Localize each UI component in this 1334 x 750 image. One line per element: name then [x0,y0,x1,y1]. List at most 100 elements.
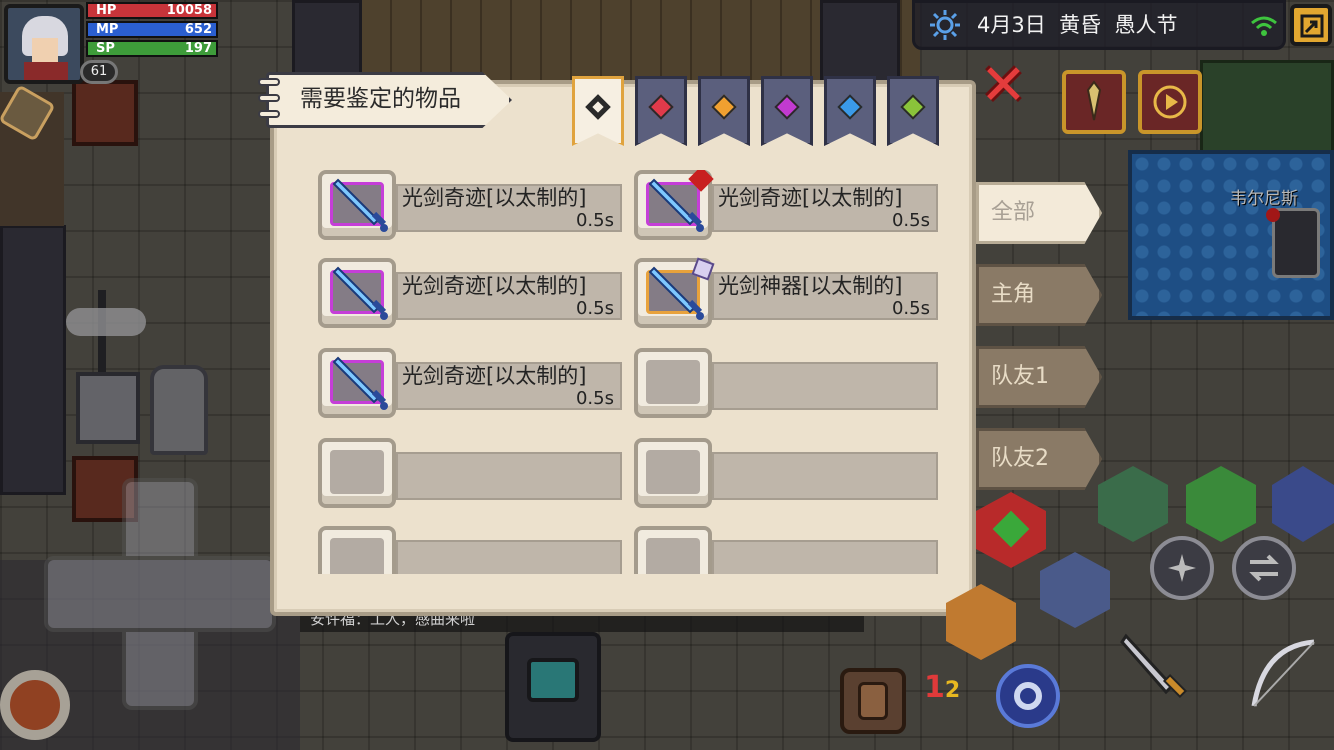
item-time: 0.5s [891,210,930,231]
portal-ring-icon [1014,682,1042,710]
light-sword-icon [332,266,388,320]
empty-item-slot [318,526,622,574]
item-icon-frame [318,438,396,508]
item-time: 0.5s [575,298,614,319]
close-x-icon[interactable]: ✕ [980,58,1028,114]
binder-ring [258,94,280,102]
play-icon [1153,85,1187,119]
item-info [712,540,938,574]
sword-crest-icon [1086,80,1102,121]
empty-item-slot [634,348,938,418]
bow-slot[interactable] [1244,636,1324,712]
sp-value: 197 [184,41,212,56]
broadsword-icon [1120,633,1188,699]
holiday-name: 愚人节 [1114,13,1178,37]
date-status-bar: 4月3日 黄昏 愚人节 [912,0,1286,50]
item-name: 光剑奇迹[以太制的] [718,186,903,210]
item-info [396,540,622,574]
item-slot[interactable]: 光剑奇迹[以太制的] 0.5s [634,170,938,240]
mp-value: 652 [184,22,212,37]
exit-arrow-icon [1300,14,1324,38]
item-icon-frame [634,257,715,328]
item-slot[interactable]: 光剑奇迹[以太制的] 0.5s [318,348,622,418]
empty-item-slot [634,526,938,574]
light-sword-icon [332,178,388,232]
empty-item-slot [318,438,622,508]
item-slot[interactable]: 光剑奇迹[以太制的] 0.5s [318,258,622,328]
side-tab-teammate1[interactable]: 队友1 [976,346,1102,408]
binder-ring [258,78,280,86]
date-value: 4月3日 [977,13,1046,37]
player-portrait[interactable] [4,4,84,84]
time-of-day: 黄昏 [1059,13,1102,37]
gem-blue-icon [837,94,863,120]
gem-orange-icon [711,94,737,120]
mp-label: MP [96,22,119,37]
item-icon-frame [318,526,396,574]
light-sword-icon [332,356,388,410]
item-info [712,362,938,410]
backpack-icon [858,682,888,720]
gem-purple-icon [774,94,800,120]
item-grid: 光剑奇迹[以太制的] 0.5s 光剑奇迹[以太制的] 0.5s 光剑奇迹[以太制… [318,170,958,574]
item-icon-frame [318,258,396,328]
gem-green-icon [900,94,926,120]
item-info: 光剑奇迹[以太制的] 0.5s [396,184,622,232]
weapon-slot[interactable] [1120,630,1190,710]
item-time: 0.5s [575,210,614,231]
shuriken-button[interactable] [1150,536,1214,600]
exit-door-button[interactable] [1290,4,1332,46]
hp-value: 10058 [166,3,212,18]
diamond-all-icon [585,94,611,120]
item-icon-frame [634,170,714,240]
emerald-icon [992,510,1030,548]
item-slot[interactable]: 光剑奇迹[以太制的] 0.5s [318,170,622,240]
date-text: 4月3日 黄昏 愚人节 [977,11,1177,39]
binder-ring [258,110,280,118]
dpad[interactable] [44,478,276,710]
side-tab-all[interactable]: 全部 [976,182,1102,244]
portal-button[interactable] [996,664,1060,728]
item-icon-frame [318,348,396,418]
empty-item-slot [634,438,938,508]
side-tab-teammate2[interactable]: 队友2 [976,428,1102,490]
item-icon-frame [318,170,396,240]
swap-arrows-icon [1249,554,1279,582]
item-name: 光剑奇迹[以太制的] [402,186,587,210]
party-order-icon[interactable]: 12 [918,668,976,724]
side-tab-protagonist[interactable]: 主角 [976,264,1102,326]
item-icon-frame [634,348,712,418]
sun-icon [930,10,960,40]
mp-bar: MP 652 [86,21,218,38]
dpad-horizontal[interactable] [44,556,276,632]
level-badge: 61 [80,60,118,84]
item-name: 光剑奇迹[以太制的] [402,364,587,388]
item-time: 0.5s [575,388,614,409]
panel-title: 需要鉴定的物品 [300,86,461,112]
sp-label: SP [96,41,115,56]
bow-icon [1251,639,1315,707]
item-slot[interactable]: 光剑神器[以太制的] 0.5s [634,257,938,328]
swap-button[interactable] [1232,536,1296,600]
item-info: 光剑神器[以太制的] 0.5s [712,272,938,320]
item-icon-frame [634,438,712,508]
sp-bar: SP 197 [86,40,218,57]
item-icon-frame [634,526,712,574]
shuriken-icon [1168,554,1196,582]
item-info: 光剑奇迹[以太制的] 0.5s [712,184,938,232]
panel-title-banner: 需要鉴定的物品 [258,68,522,132]
item-name: 光剑神器[以太制的] [718,274,903,298]
hp-label: HP [96,3,117,18]
item-time: 0.5s [891,298,930,319]
item-info [396,452,622,500]
item-info [712,452,938,500]
backpack-button[interactable] [840,668,906,734]
guild-crest-button[interactable] [1062,70,1126,134]
play-button[interactable] [1138,70,1202,134]
item-name: 光剑奇迹[以太制的] [402,274,587,298]
gem-red-icon [648,94,674,120]
wifi-icon [1251,16,1277,36]
hp-bar: HP 10058 [86,2,218,19]
item-info: 光剑奇迹[以太制的] 0.5s [396,272,622,320]
item-info: 光剑奇迹[以太制的] 0.5s [396,362,622,410]
